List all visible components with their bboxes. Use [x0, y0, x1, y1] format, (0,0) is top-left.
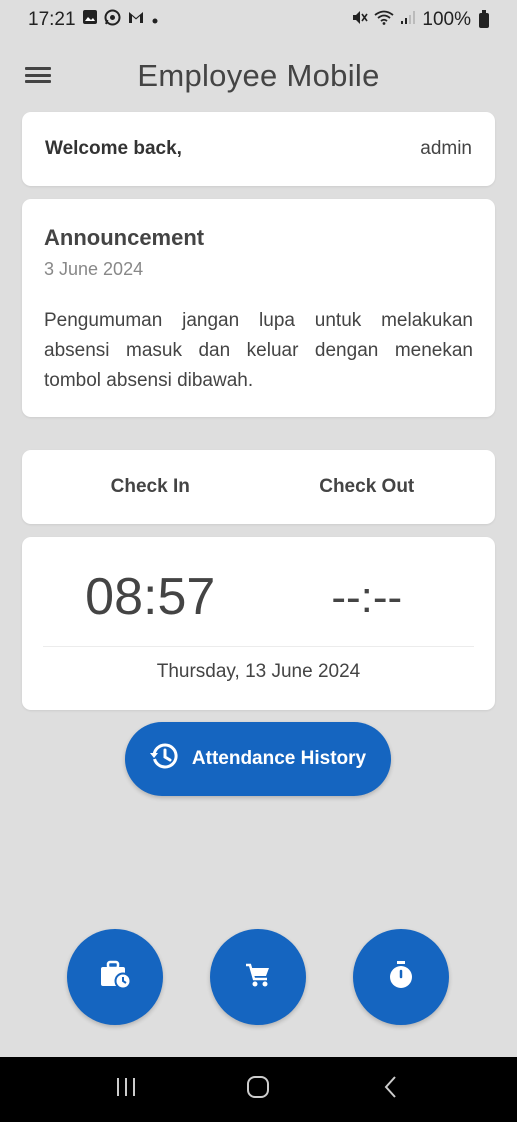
attendance-history-label: Attendance History: [191, 748, 367, 769]
check-in-time: 08:57: [85, 568, 216, 626]
recent-apps-icon: [114, 1076, 138, 1103]
status-time: 17:21: [28, 9, 76, 30]
back-button[interactable]: [361, 1070, 421, 1110]
recent-apps-button[interactable]: [96, 1070, 156, 1110]
battery-text: 100%: [422, 9, 471, 30]
home-icon: [245, 1074, 271, 1105]
back-icon: [381, 1075, 401, 1104]
home-button[interactable]: [228, 1070, 288, 1110]
status-bar: 17:21 100%: [0, 0, 517, 40]
check-in-button[interactable]: Check In: [22, 476, 259, 498]
welcome-card: Welcome back, admin: [22, 112, 495, 186]
stopwatch-icon: [387, 960, 415, 995]
time-row: 08:57 --:--: [22, 567, 495, 627]
status-left: 17:21: [28, 9, 159, 32]
wifi-icon: [374, 9, 394, 31]
attendance-history-button[interactable]: Attendance History: [125, 722, 391, 796]
whatsapp-icon: [104, 9, 121, 32]
divider: [43, 646, 474, 647]
welcome-username: admin: [420, 138, 472, 159]
announcement-body: Pengumuman jangan lupa untuk melakukan a…: [44, 310, 473, 391]
cart-button[interactable]: [210, 929, 306, 1025]
welcome-label: Welcome back,: [45, 138, 182, 159]
gmail-icon: [127, 9, 145, 31]
dot-icon: [151, 9, 159, 31]
battery-icon: [479, 9, 489, 28]
announcement-date: 3 June 2024: [44, 259, 144, 279]
status-right: 100%: [352, 9, 489, 31]
check-labels-card: Check In Check Out: [22, 450, 495, 524]
history-icon: [149, 742, 178, 776]
signal-icon: [400, 9, 416, 31]
check-out-time: --:--: [331, 573, 403, 622]
leave-request-button[interactable]: [67, 929, 163, 1025]
system-nav-bar: [0, 1057, 517, 1122]
gallery-icon: [82, 9, 98, 31]
check-out-button[interactable]: Check Out: [259, 476, 496, 498]
attendance-time-card: 08:57 --:-- Thursday, 13 June 2024: [22, 537, 495, 710]
announcement-card: Announcement 3 June 2024 Pengumuman jang…: [22, 199, 495, 417]
app-title: Employee Mobile: [137, 58, 380, 93]
timer-button[interactable]: [353, 929, 449, 1025]
announcement-title: Announcement: [44, 225, 205, 250]
cart-icon: [244, 961, 272, 994]
mute-icon: [352, 9, 369, 31]
app-bar: Employee Mobile: [0, 48, 517, 104]
attendance-date: Thursday, 13 June 2024: [156, 661, 361, 682]
leave-briefcase-icon: [99, 960, 132, 995]
